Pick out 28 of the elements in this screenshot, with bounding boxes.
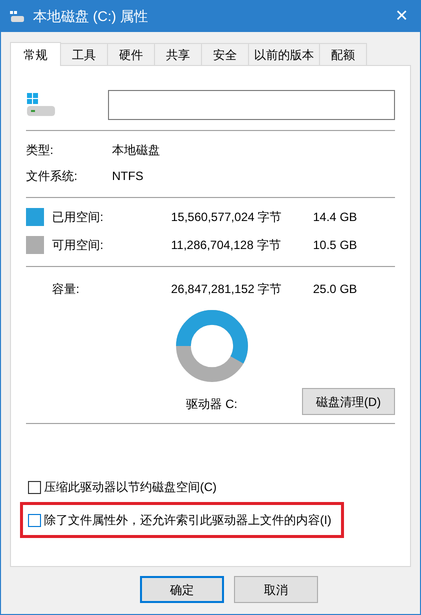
close-button[interactable]: ✕ bbox=[391, 4, 412, 28]
byte-count: 15,560,577,024 字节 bbox=[171, 209, 283, 226]
checkbox-option[interactable]: 除了文件属性外，还允许索引此驱动器上文件的内容(I) bbox=[28, 511, 336, 529]
size-value: 14.4 GB bbox=[313, 209, 358, 226]
size-value: 25.0 GB bbox=[313, 281, 358, 298]
capacity-label: 容量: bbox=[51, 281, 80, 298]
property-label: 类型: bbox=[26, 142, 54, 157]
property-label: 文件系统: bbox=[26, 168, 78, 183]
checkbox[interactable] bbox=[28, 480, 41, 494]
drive-name-field[interactable] bbox=[108, 90, 395, 120]
checkbox-option[interactable]: 压缩此驱动器以节约磁盘空间(C) bbox=[28, 478, 393, 496]
dialog-button[interactable]: 取消 bbox=[234, 576, 318, 603]
property-value: NTFS bbox=[112, 168, 144, 183]
window-title: 本地磁盘 (C:) 属性 bbox=[33, 7, 148, 26]
byte-count: 11,286,704,128 字节 bbox=[171, 237, 282, 254]
tab[interactable]: 配额 bbox=[319, 43, 367, 65]
space-label: 已用空间: bbox=[52, 209, 104, 226]
disk-cleanup-button[interactable]: 磁盘清理(D) bbox=[302, 388, 395, 415]
byte-count: 26,847,281,152 字节 bbox=[171, 281, 283, 298]
property-value: 本地磁盘 bbox=[112, 142, 160, 157]
space-label: 可用空间: bbox=[52, 237, 104, 254]
size-value: 10.5 GB bbox=[313, 237, 358, 254]
drive-icon bbox=[26, 93, 56, 117]
checkbox[interactable] bbox=[28, 514, 41, 526]
drive-label: 驱动器 C: bbox=[186, 396, 238, 413]
drive-icon bbox=[9, 10, 25, 22]
dialog-button[interactable]: 确定 bbox=[140, 576, 224, 603]
tab[interactable]: 常规 bbox=[10, 42, 61, 66]
